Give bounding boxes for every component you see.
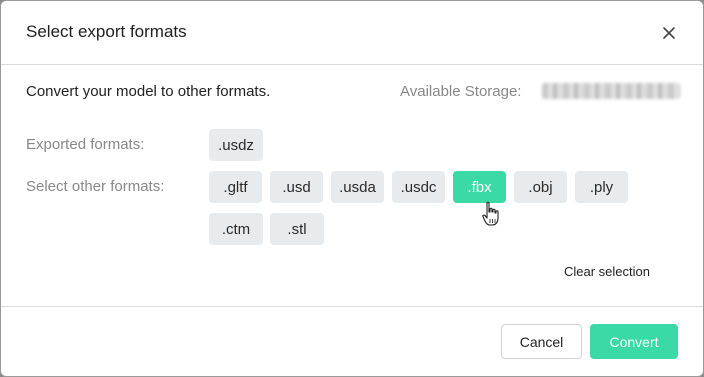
export-formats-dialog: Select export formats Convert your model… (0, 0, 704, 377)
format-chip-gltf[interactable]: .gltf (209, 171, 262, 203)
format-chip-ply[interactable]: .ply (575, 171, 628, 203)
format-chip-stl[interactable]: .stl (270, 213, 324, 245)
format-chip-usda[interactable]: .usda (331, 171, 384, 203)
dialog-description: Convert your model to other formats. (26, 83, 271, 100)
format-chip-obj[interactable]: .obj (514, 171, 567, 203)
available-storage-label: Available Storage: (400, 83, 522, 100)
format-chip-usdz[interactable]: .usdz (209, 129, 263, 161)
format-chip-fbx-selected[interactable]: .fbx (453, 171, 506, 203)
available-storage-value-redacted (542, 83, 680, 99)
dialog-header: Select export formats (1, 1, 703, 65)
cancel-button[interactable]: Cancel (501, 324, 582, 359)
format-chip-ctm[interactable]: .ctm (209, 213, 263, 245)
exported-formats-label: Exported formats: (26, 136, 145, 153)
convert-button[interactable]: Convert (590, 324, 678, 359)
format-chip-usdc[interactable]: .usdc (392, 171, 445, 203)
select-formats-label: Select other formats: (26, 178, 165, 195)
clear-selection-button[interactable]: Clear selection (564, 264, 650, 279)
close-icon[interactable] (658, 22, 680, 44)
hand-pointer-icon (482, 201, 499, 226)
format-chip-usd[interactable]: .usd (270, 171, 323, 203)
dialog-title: Select export formats (26, 22, 187, 41)
dialog-footer: Cancel Convert (1, 306, 703, 376)
